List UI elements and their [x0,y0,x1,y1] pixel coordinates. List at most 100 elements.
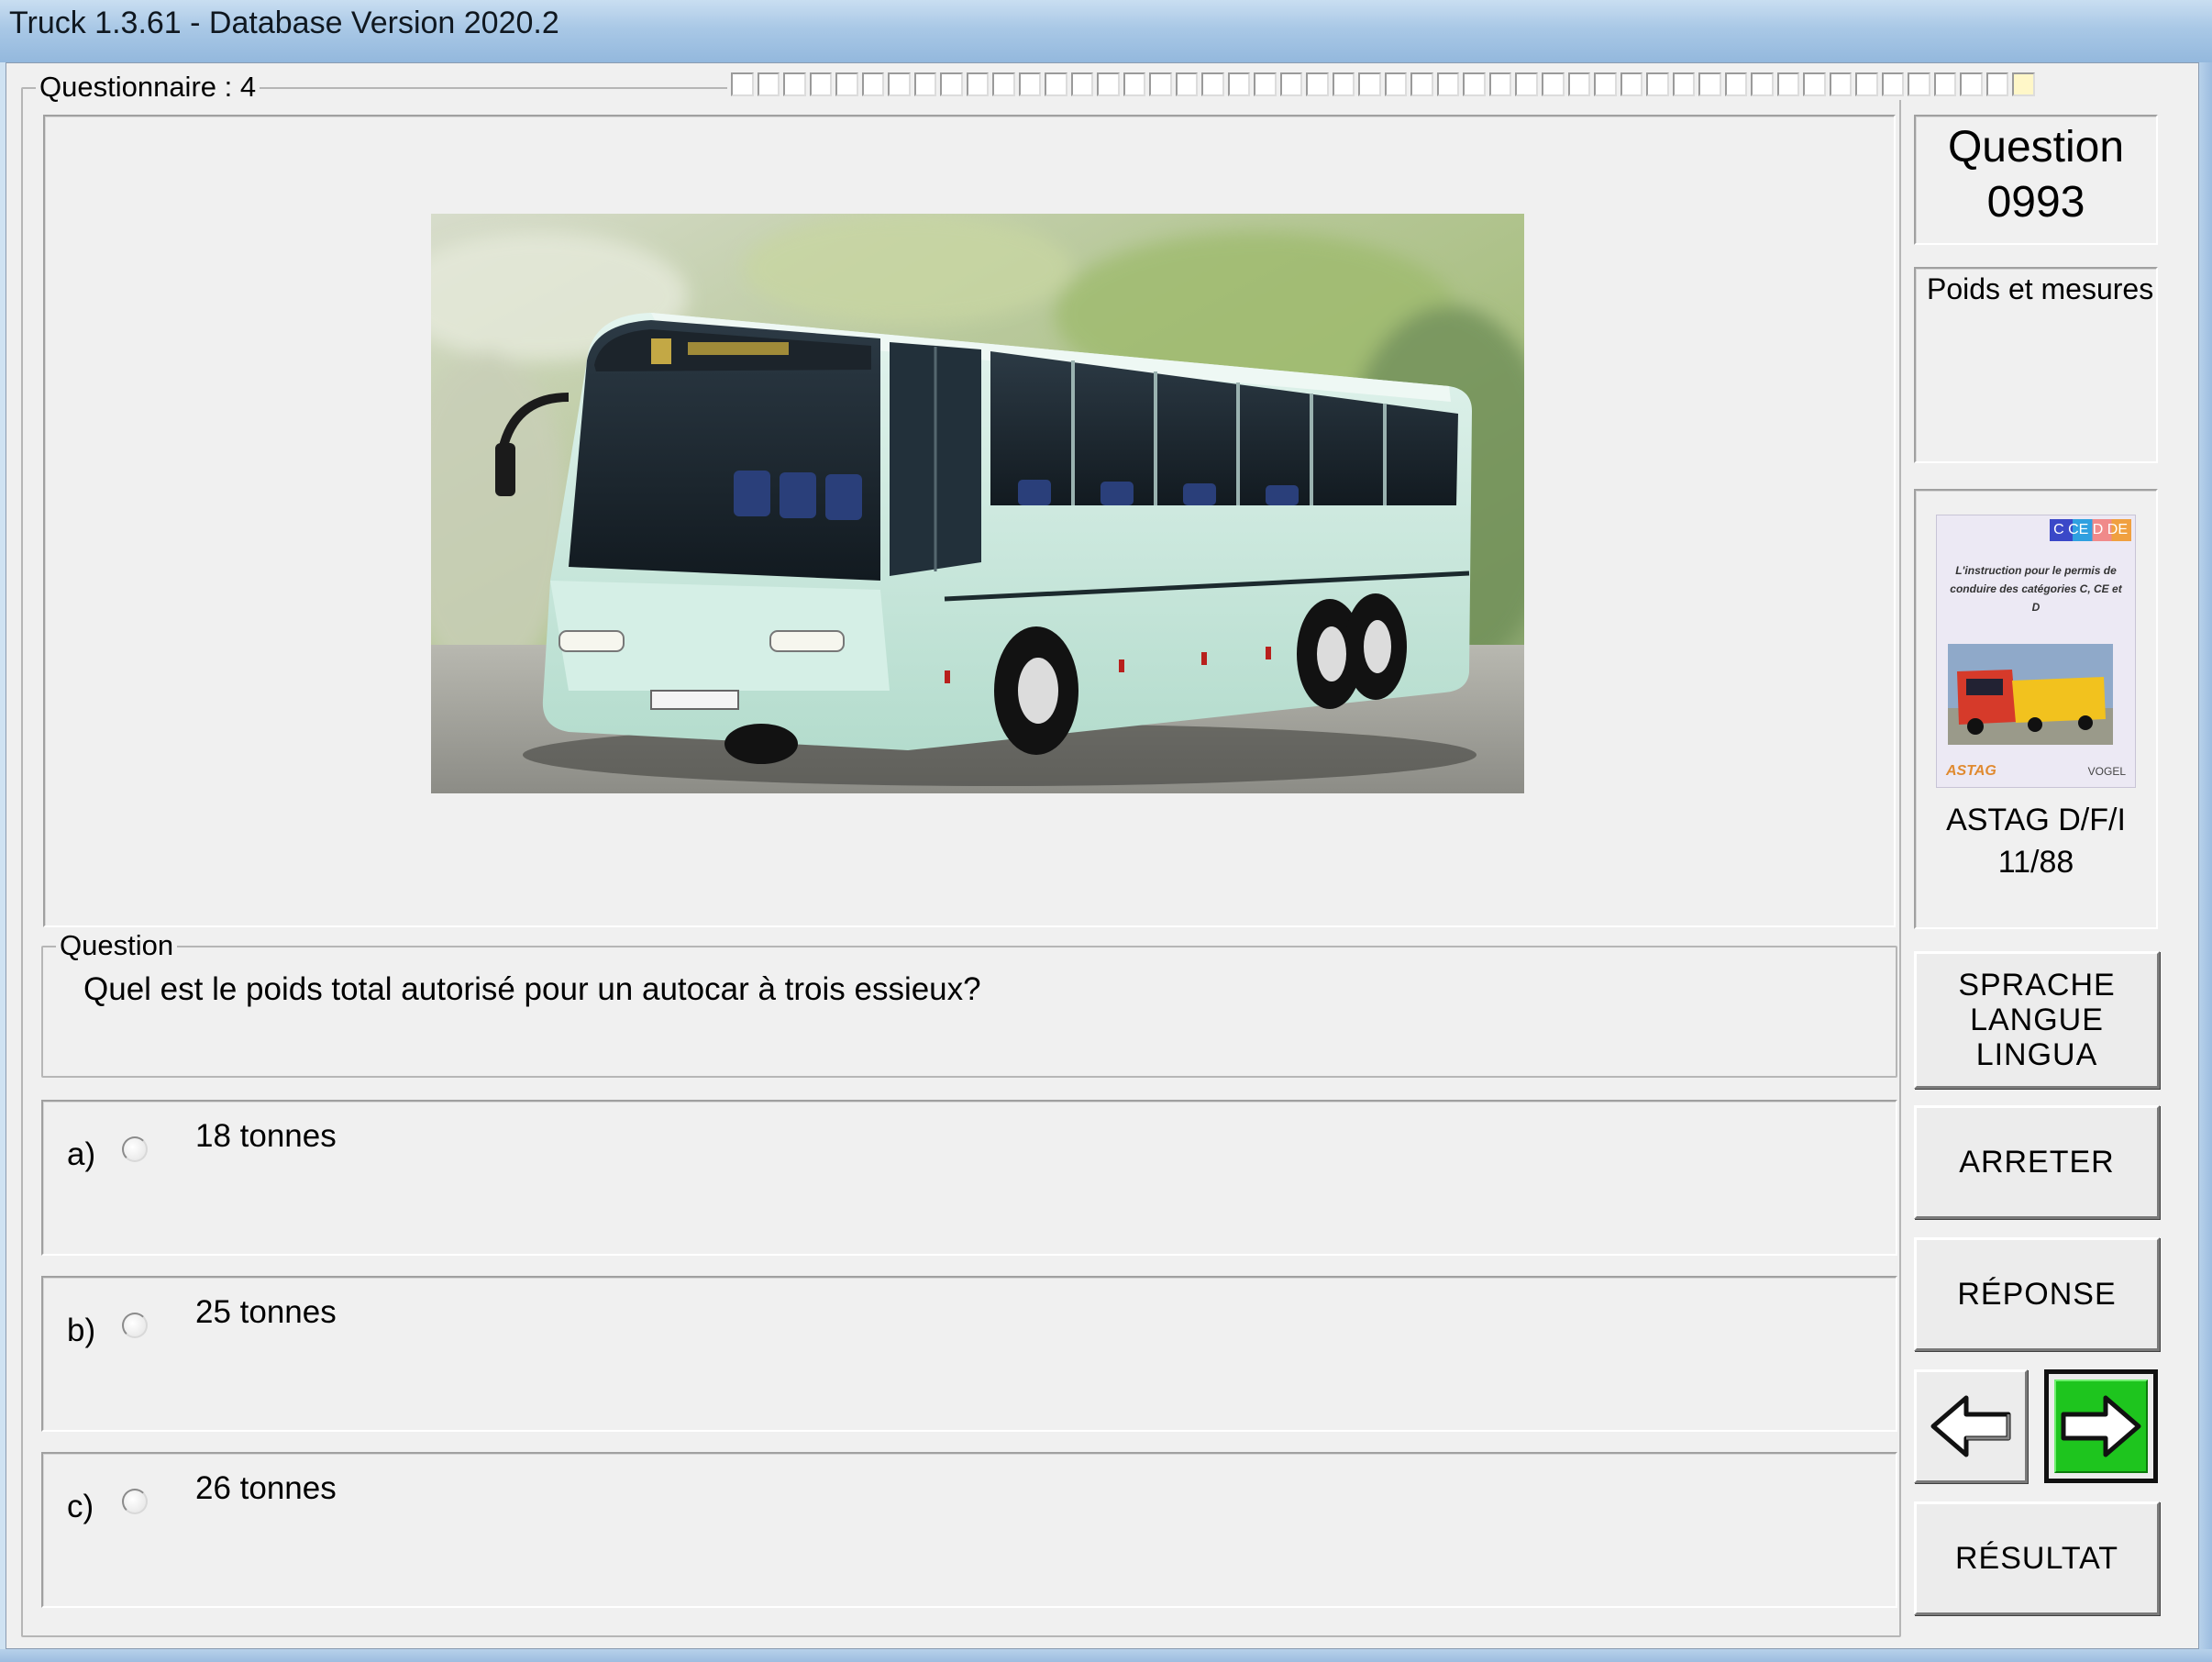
progress-cell [1908,72,1930,96]
language-button-de: SPRACHE [1958,968,2116,1003]
progress-cell [992,72,1015,96]
progress-cell [1672,72,1696,96]
progress-cell [1985,72,2009,96]
progress-cell [1515,72,1538,96]
progress-cell [1070,72,1094,96]
main-window: Questionnaire : 4 Question Quel est le p… [6,62,2199,1649]
answer-c-text: 26 tonnes [195,1470,337,1506]
category-box: Poids et mesures [1914,267,2158,463]
progress-cell [1855,72,1878,96]
answer-b-panel[interactable]: b) 25 tonnes [41,1276,1897,1432]
progress-cell [1097,72,1120,96]
progress-cell [1279,72,1303,96]
answer-b-radio[interactable] [122,1313,148,1338]
answer-letter: c) [67,1489,94,1524]
progress-cell [1881,72,1905,96]
book-cover: C CE D DE L'instruction pour le permis d… [1936,515,2136,788]
progress-cell [757,72,780,96]
progress-cell [1829,72,1853,96]
progress-cell [1332,72,1355,96]
progress-cell [1541,72,1565,96]
bus-illustration [431,214,1524,793]
book-cover-text: L'instruction pour le permis de conduire… [1950,564,2122,614]
progress-cell [1149,72,1172,96]
progress-cell [888,72,911,96]
progress-cell [861,72,885,96]
window-titlebar[interactable]: Truck 1.3.61 - Database Version 2020.2 [0,0,2212,62]
progress-cell [1646,72,1669,96]
progress-cell [940,72,963,96]
source-box: C CE D DE L'instruction pour le permis d… [1914,489,2158,929]
progress-cell [913,72,937,96]
window-title: Truck 1.3.61 - Database Version 2020.2 [9,6,559,40]
question-group: Question Quel est le poids total autoris… [41,929,1897,1078]
progress-cell [1358,72,1381,96]
progress-cell [1620,72,1643,96]
progress-cell [1567,72,1591,96]
progress-cell [1018,72,1042,96]
answer-c-panel[interactable]: c) 26 tonnes [41,1452,1897,1608]
window-frame-bottom [0,1649,2212,1662]
question-progress-bar [727,72,2039,100]
answer-b-text: 25 tonnes [195,1294,337,1330]
answer-a-panel[interactable]: a) 18 tonnes [41,1100,1897,1256]
progress-cell [966,72,990,96]
answer-letter: b) [67,1313,96,1348]
progress-cell [783,72,806,96]
answer-a-radio[interactable] [122,1136,148,1162]
question-group-label: Question [56,929,178,962]
language-button[interactable]: SPRACHE LANGUE LINGUA [1914,951,2160,1089]
arrow-right-icon [2061,1395,2141,1457]
stop-button[interactable]: ARRETER [1914,1105,2160,1219]
answer-button[interactable]: RÉPONSE [1914,1237,2160,1351]
question-number-label: Question [1947,123,2125,172]
answer-letter: a) [67,1136,96,1172]
arrow-left-icon [1930,1395,2011,1457]
book-publisher-left: ASTAG [1946,763,1996,779]
answer-c-radio[interactable] [122,1489,148,1514]
progress-cell [1751,72,1774,96]
source-reference: ASTAG D/F/I [1946,803,2126,837]
window-frame-right [2199,62,2212,1662]
progress-cell [1698,72,1721,96]
progress-cell [1175,72,1199,96]
book-publisher-right: VOGEL [2087,765,2126,778]
language-button-fr: LANGUE [1970,1003,2104,1037]
progress-cell [2012,72,2035,96]
progress-cell [835,72,858,96]
bus-photo [431,214,1524,793]
question-number: 0993 [1986,178,2085,227]
image-panel [43,115,1896,927]
progress-cell [1803,72,1826,96]
progress-cell [1463,72,1486,96]
progress-cell [1201,72,1224,96]
question-number-box: Question 0993 [1914,115,2158,245]
progress-cell [809,72,833,96]
question-category: Poids et mesures [1927,272,2154,305]
question-text: Quel est le poids total autorisé pour un… [83,971,981,1007]
result-button[interactable]: RÉSULTAT [1914,1501,2160,1615]
progress-cell [1227,72,1251,96]
progress-cell [1123,72,1146,96]
progress-cell [1933,72,1957,96]
progress-cell [1306,72,1329,96]
progress-cell [1384,72,1408,96]
progress-cell [1960,72,1983,96]
category-badge: C CE D DE [2050,519,2131,541]
progress-cell [1254,72,1277,96]
next-button[interactable] [2044,1369,2158,1483]
progress-cell [1410,72,1433,96]
book-cover-truck-image [1948,644,2113,745]
source-page: 11/88 [1997,845,2074,880]
progress-cell [731,72,754,96]
answer-a-text: 18 tonnes [195,1118,337,1154]
progress-cell [1488,72,1512,96]
language-button-it: LINGUA [1975,1037,2098,1072]
questionnaire-label: Questionnaire : 4 [36,71,260,104]
progress-cell [1776,72,1800,96]
progress-cell [1436,72,1460,96]
progress-cell [1594,72,1617,96]
progress-cell [1045,72,1067,96]
progress-cell [1724,72,1748,96]
previous-button[interactable] [1914,1369,2028,1483]
